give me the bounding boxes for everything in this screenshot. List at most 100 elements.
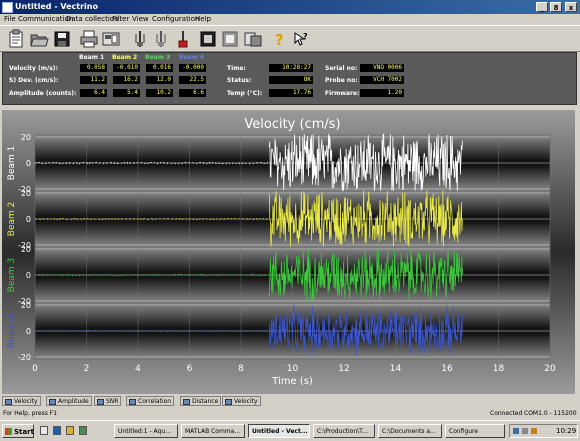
- time-value: 10:28:27: [269, 64, 313, 72]
- panel-1-name: Beam 1: [7, 146, 17, 181]
- stddev-beam2-value: 16.2: [113, 76, 140, 84]
- tab-velocity-label: Velocity: [14, 398, 38, 405]
- velocity-chart-area: Velocity (cm/s) 20 0 -20 Beam 1 20 0 -20 Beam 22…: [2, 110, 575, 394]
- stddev-beam3-value: 12.0: [146, 76, 173, 84]
- tab-amplitude-label: Amplitude: [58, 398, 89, 405]
- graph-icon: [5, 398, 12, 405]
- app-icon: [2, 2, 13, 13]
- vectrino-window: Untitled - Vectrino _ 8 x File Communica…: [0, 0, 580, 441]
- probe-value: VCH 7002: [360, 76, 404, 84]
- tab-velocity-2[interactable]: Velocity: [222, 396, 261, 406]
- help-icon[interactable]: ?: [270, 29, 290, 49]
- probe-red-icon[interactable]: [173, 29, 193, 49]
- graph-icon: [49, 398, 56, 405]
- browser-icon[interactable]: [53, 426, 61, 435]
- task-production-folder[interactable]: C:\Production\T...: [313, 424, 375, 438]
- tab-snr[interactable]: SNR: [94, 396, 122, 406]
- menu-file[interactable]: File: [4, 15, 16, 23]
- desktop-icon[interactable]: [40, 426, 48, 435]
- tab-velocity-2-label: Velocity: [234, 398, 258, 405]
- task-documents-folder[interactable]: C:\Documents a...: [378, 424, 442, 438]
- panel-2-tick-label: 20: [21, 189, 31, 198]
- network-icon[interactable]: [513, 428, 519, 434]
- x-tick-label: 0: [32, 364, 38, 374]
- menu-communication[interactable]: Communication: [18, 15, 73, 23]
- volume-icon[interactable]: [522, 428, 528, 434]
- velocity-beam4-value: -0.000: [179, 64, 206, 72]
- context-help-icon[interactable]: ?: [291, 29, 311, 49]
- task-aquadopp[interactable]: Untitled:1 - Aqu...: [114, 424, 178, 438]
- start-button[interactable]: Start: [2, 424, 34, 438]
- x-tick-label: 18: [493, 364, 505, 374]
- quicklaunch-icon[interactable]: [79, 426, 87, 435]
- tab-amplitude[interactable]: Amplitude: [46, 396, 92, 406]
- stddev-beam4-value: 22.5: [179, 76, 206, 84]
- velocity-chart: Velocity (cm/s)200-20Beam 1200-20Beam 22…: [2, 110, 575, 394]
- amplitude-beam3-value: 10.2: [146, 89, 173, 97]
- probe-label: Probe no:: [325, 77, 358, 84]
- export-icon[interactable]: [243, 29, 263, 49]
- tab-distance[interactable]: Distance: [180, 396, 222, 406]
- save-disk-icon[interactable]: [52, 29, 72, 49]
- explorer-icon[interactable]: [66, 426, 74, 435]
- tab-distance-label: Distance: [192, 398, 219, 405]
- graph-icon: [183, 398, 190, 405]
- toolbar: ? ?: [0, 25, 580, 52]
- menu-filter[interactable]: Filter: [112, 15, 129, 23]
- record-icon[interactable]: [198, 29, 218, 49]
- probe-icon[interactable]: [130, 29, 150, 49]
- task-vectrino[interactable]: Untitled - Vect...: [248, 424, 310, 438]
- menu-bar: File Communication Data collection Filte…: [0, 14, 580, 25]
- windows-logo-icon: [5, 428, 12, 435]
- x-tick-label: 4: [135, 364, 141, 374]
- status-bar: For Help, press F1 Connected COM1.0 - 11…: [0, 409, 580, 419]
- x-tick-label: 6: [187, 364, 193, 374]
- amplitude-label: Amplitude (counts):: [9, 90, 77, 97]
- panel-4-tick-label: 20: [21, 301, 31, 310]
- window-title: Untitled - Vectrino: [15, 2, 98, 11]
- menu-help[interactable]: Help: [195, 15, 211, 23]
- time-label: Time:: [227, 65, 246, 72]
- close-button[interactable]: x: [565, 2, 577, 12]
- panel-3-tick-label: 0: [26, 271, 31, 280]
- clipboard-icon[interactable]: [6, 29, 26, 49]
- graph-icon: [97, 398, 104, 405]
- probe-alt-icon[interactable]: [151, 29, 171, 49]
- taskbar: Start Untitled:1 - Aqu... MATLAB Comma..…: [0, 420, 580, 441]
- task-matlab[interactable]: MATLAB Comma...: [181, 424, 245, 438]
- status-help-text: For Help, press F1: [3, 410, 58, 417]
- menu-data-collection[interactable]: Data collection: [66, 15, 119, 23]
- beam-2-header: Beam 2: [112, 54, 138, 61]
- tab-correlation-label: Correlation: [138, 398, 172, 405]
- panel-1-tick-label: 20: [21, 133, 31, 142]
- minimize-button[interactable]: _: [536, 2, 548, 12]
- tab-correlation[interactable]: Correlation: [126, 396, 175, 406]
- start-label: Start: [14, 428, 34, 436]
- x-axis-label: Time (s): [271, 376, 313, 387]
- open-folder-icon[interactable]: [29, 29, 49, 49]
- temp-value: 17.76: [269, 89, 313, 97]
- panel-3-name: Beam 3: [7, 258, 17, 293]
- config-icon[interactable]: [101, 29, 121, 49]
- x-tick-label: 8: [238, 364, 244, 374]
- stop-record-icon[interactable]: [220, 29, 240, 49]
- graph-icon: [129, 398, 136, 405]
- print-icon[interactable]: [79, 29, 99, 49]
- tab-velocity[interactable]: Velocity: [2, 396, 41, 406]
- amplitude-beam1-value: 6.4: [80, 89, 107, 97]
- menu-configuration[interactable]: Configuration: [152, 15, 199, 23]
- stddev-beam1-value: 11.2: [80, 76, 107, 84]
- system-tray: 10:29: [509, 424, 578, 438]
- velocity-label: Velocity (m/s):: [9, 65, 58, 72]
- x-tick-label: 16: [441, 364, 453, 374]
- svg-text:?: ?: [303, 32, 308, 41]
- menu-view[interactable]: View: [132, 15, 149, 23]
- tab-snr-label: SNR: [106, 398, 119, 405]
- x-tick-label: 10: [287, 364, 299, 374]
- tray-app-icon[interactable]: [531, 428, 537, 434]
- beam-3-header: Beam 3: [145, 54, 171, 61]
- beam-1-header: Beam 1: [79, 54, 105, 61]
- panel-2-tick-label: 0: [26, 215, 31, 224]
- maximize-button[interactable]: 8: [550, 2, 562, 12]
- task-configure[interactable]: Configure: [445, 424, 505, 438]
